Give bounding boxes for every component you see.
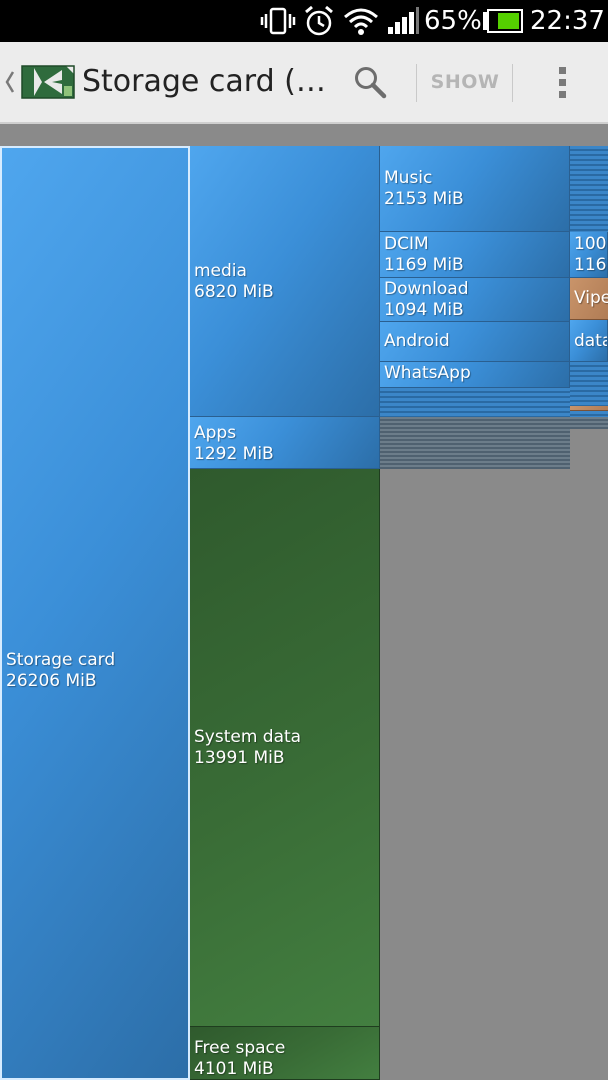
tile-label: Free space 4101 MiB (194, 1038, 286, 1079)
treemap-top-gap (0, 124, 608, 146)
action-bar: Storage card (… SHOW (0, 42, 608, 124)
tile-viper-file[interactable]: Vipe (570, 278, 608, 320)
tile-name: Download (384, 279, 469, 299)
tile-name: 100M (574, 234, 607, 254)
tile-size: 1163 (574, 255, 607, 275)
tile-whatsapp[interactable]: WhatsApp (380, 362, 570, 388)
tile-name: media (194, 261, 247, 281)
overflow-menu-icon[interactable] (540, 56, 584, 108)
tile-android[interactable]: Android (380, 322, 570, 362)
page-title: Storage card (… (82, 64, 326, 99)
tile-apps[interactable]: Apps 1292 MiB (190, 417, 380, 469)
app-logo-icon (5, 65, 75, 99)
tile-label: 100M 1163 (574, 234, 607, 276)
tile-size: 1169 MiB (384, 255, 464, 275)
tile-name: Music (384, 168, 433, 188)
tile-data[interactable]: data (570, 320, 608, 362)
alarm-icon (302, 0, 336, 42)
tile-media[interactable]: media 6820 MiB (190, 146, 380, 417)
tile-dcim[interactable]: DCIM 1169 MiB (380, 232, 570, 278)
tile-name: Free space (194, 1038, 286, 1058)
tile-label: Apps 1292 MiB (194, 423, 274, 465)
tile-name: System data (194, 727, 302, 747)
tile-size: 6820 MiB (194, 282, 274, 302)
tile-music[interactable]: Music 2153 MiB (380, 146, 570, 232)
tile-whatsapp-children[interactable] (570, 362, 608, 406)
tile-size: 26206 MiB (6, 671, 97, 691)
tile-label: DCIM 1169 MiB (384, 234, 464, 276)
tile-download[interactable]: Download 1094 MiB (380, 278, 570, 322)
battery-icon (482, 0, 524, 42)
tile-name: data (574, 331, 607, 351)
tile-free-space[interactable]: Free space 4101 MiB (190, 1027, 380, 1080)
tile-app-subitems[interactable] (570, 417, 608, 429)
tile-name: DCIM (384, 234, 429, 254)
tile-name: WhatsApp (384, 363, 471, 383)
tile-name: Apps (194, 423, 237, 443)
clock: 22:37 (530, 6, 605, 36)
up-navigation[interactable] (4, 42, 84, 122)
divider (512, 64, 513, 102)
tile-size: 4101 MiB (194, 1059, 274, 1079)
wifi-icon (342, 0, 380, 42)
tile-size: 2153 MiB (384, 189, 464, 209)
status-bar: 65% 22:37 (0, 0, 608, 42)
tile-label: Download 1094 MiB (384, 279, 469, 321)
search-icon (355, 67, 387, 99)
vibrate-icon (260, 0, 296, 42)
show-button[interactable]: SHOW (420, 42, 510, 122)
tile-size: 13991 MiB (194, 748, 285, 768)
tile-label: System data 13991 MiB (194, 727, 301, 769)
tile-name: Storage card (6, 650, 116, 670)
divider (416, 64, 417, 102)
tile-app-items[interactable] (380, 417, 570, 469)
tile-name: Vipe (574, 288, 608, 308)
tile-storage-card[interactable]: Storage card 26206 MiB (0, 146, 190, 1080)
tile-size: 1094 MiB (384, 300, 464, 320)
search-button[interactable] (346, 56, 394, 108)
signal-icon (386, 0, 420, 42)
tile-label: Music 2153 MiB (384, 168, 464, 210)
tile-label: media 6820 MiB (194, 261, 274, 303)
tile-system-data[interactable]: System data 13991 MiB (190, 469, 380, 1027)
tile-music-children[interactable] (570, 146, 608, 232)
tile-label: Storage card 26206 MiB (6, 650, 115, 692)
tile-small-folders[interactable] (380, 388, 570, 417)
battery-percent: 65% (424, 6, 482, 36)
tile-name: Android (384, 331, 450, 351)
tile-size: 1292 MiB (194, 444, 274, 464)
tile-100m[interactable]: 100M 1163 (570, 232, 608, 278)
